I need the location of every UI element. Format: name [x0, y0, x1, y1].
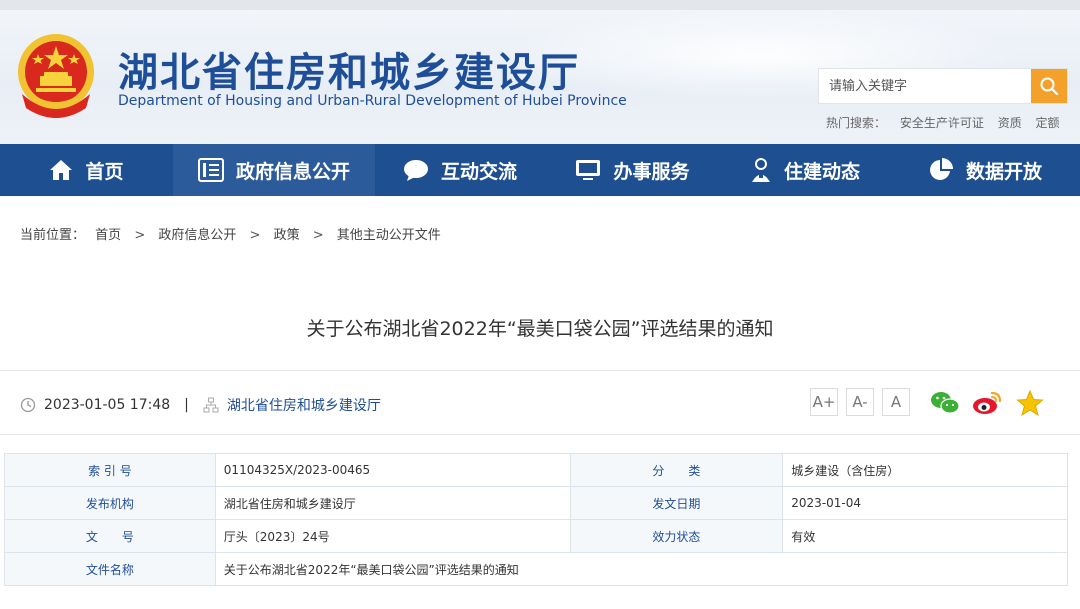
font-decrease-label: A-: [852, 393, 868, 411]
nav-item-label: 办事服务: [613, 160, 690, 183]
issue-date-value: 2023-01-04: [782, 486, 1068, 520]
issuer-value: 湖北省住房和城乡建设厅: [214, 486, 571, 520]
breadcrumb-separator: >: [249, 228, 261, 243]
clock-icon: [20, 397, 36, 413]
hot-search-term[interactable]: 安全生产许可证: [900, 116, 984, 130]
table-row: 文件名称 关于公布湖北省2022年“最美口袋公园”评选结果的通知: [4, 552, 1069, 586]
article-meta: 2023-01-05 17:48 | 湖北省住房和城乡建设厅: [20, 395, 381, 415]
meta-separator: |: [184, 397, 189, 413]
document-name-value: 关于公布湖北省2022年“最美口袋公园”评选结果的通知: [214, 552, 1069, 586]
home-icon: [49, 158, 73, 182]
wechat-icon[interactable]: [930, 390, 960, 416]
hot-search-term[interactable]: 资质: [998, 116, 1022, 130]
category-label: 分 类: [569, 453, 784, 487]
main-nav: 首页 政府信息公开 互动交流 办事服务 住建动态 数据开放: [0, 144, 1080, 196]
document-number-value: 厅头〔2023〕24号: [214, 519, 571, 553]
nav-item-label: 首页: [85, 160, 124, 183]
category-value: 城乡建设（含住房）: [782, 453, 1068, 487]
table-row: 索 引 号 01104325X/2023-00465 分 类 城乡建设（含住房）: [4, 453, 1068, 487]
font-default-label: A: [890, 393, 902, 411]
divider: [0, 370, 1080, 371]
hot-search-term[interactable]: 定额: [1036, 116, 1060, 130]
validity-label: 效力状态: [569, 519, 784, 553]
hot-search: 热门搜索： 安全生产许可证 资质 定额: [826, 114, 1070, 131]
favorite-star-icon[interactable]: [1016, 390, 1044, 416]
breadcrumb-item[interactable]: 政策: [274, 228, 300, 243]
article-source: 湖北省住房和城乡建设厅: [226, 398, 381, 414]
weibo-icon[interactable]: [972, 390, 1002, 416]
font-increase-label: A+: [812, 393, 836, 411]
article-title: 关于公布湖北省2022年“最美口袋公园”评选结果的通知: [306, 318, 774, 340]
font-increase-button[interactable]: A+: [810, 388, 838, 416]
document-number-label: 文 号: [4, 519, 216, 553]
site-header: 湖北省住房和城乡建设厅 Department of Housing and Ur…: [0, 0, 1080, 144]
breadcrumb-item[interactable]: 其他主动公开文件: [337, 228, 441, 243]
breadcrumb-item[interactable]: 政府信息公开: [158, 228, 236, 243]
monitor-icon: [575, 158, 601, 182]
nav-item-label: 数据开放: [965, 160, 1042, 183]
hot-search-label: 热门搜索：: [826, 116, 887, 130]
site-title[interactable]: 湖北省住房和城乡建设厅: [118, 40, 580, 98]
divider: [0, 434, 1080, 435]
breadcrumb-item[interactable]: 首页: [95, 228, 121, 243]
breadcrumb-separator: >: [312, 228, 324, 243]
validity-value: 有效: [782, 519, 1068, 553]
nav-item-label: 政府信息公开: [235, 160, 350, 183]
person-icon: [750, 157, 772, 183]
top-strip: [0, 0, 1080, 10]
list-icon: [197, 158, 224, 182]
font-default-button[interactable]: A: [882, 388, 910, 416]
issue-date-label: 发文日期: [569, 486, 784, 520]
search-box: [818, 68, 1068, 104]
issuer-label: 发布机构: [4, 486, 216, 520]
publish-datetime: 2023-01-05 17:48: [44, 397, 171, 413]
nav-item-label: 住建动态: [783, 160, 860, 183]
search-input[interactable]: [819, 69, 1031, 103]
organization-icon: [203, 397, 219, 413]
nav-item-label: 互动交流: [440, 160, 517, 183]
document-info-table: 索 引 号 01104325X/2023-00465 分 类 城乡建设（含住房）…: [4, 453, 1069, 586]
nav-item-interaction[interactable]: 互动交流: [375, 144, 545, 196]
nav-item-gov-info[interactable]: 政府信息公开: [173, 144, 375, 196]
search-icon: [1040, 77, 1059, 96]
nav-item-services[interactable]: 办事服务: [545, 144, 720, 196]
table-row: 发布机构 湖北省住房和城乡建设厅 发文日期 2023-01-04: [4, 486, 1068, 520]
breadcrumb-prefix: 当前位置：: [20, 228, 86, 243]
pie-chart-icon: [928, 157, 954, 183]
document-name-label: 文件名称: [4, 552, 216, 586]
nav-item-news[interactable]: 住建动态: [720, 144, 890, 196]
breadcrumb-separator: >: [134, 228, 146, 243]
breadcrumb: 当前位置： 首页 > 政府信息公开 > 政策 > 其他主动公开文件: [20, 224, 441, 243]
search-button[interactable]: [1031, 69, 1067, 103]
table-row: 文 号 厅头〔2023〕24号 效力状态 有效: [4, 519, 1068, 553]
index-number-label: 索 引 号: [4, 453, 216, 487]
font-decrease-button[interactable]: A-: [846, 388, 874, 416]
national-emblem-icon[interactable]: [16, 32, 96, 118]
index-number-value: 01104325X/2023-00465: [214, 453, 571, 487]
nav-item-open-data[interactable]: 数据开放: [890, 144, 1080, 196]
chat-bubble-icon: [403, 158, 429, 182]
nav-item-home[interactable]: 首页: [0, 144, 173, 196]
site-subtitle: Department of Housing and Urban-Rural De…: [118, 93, 627, 109]
